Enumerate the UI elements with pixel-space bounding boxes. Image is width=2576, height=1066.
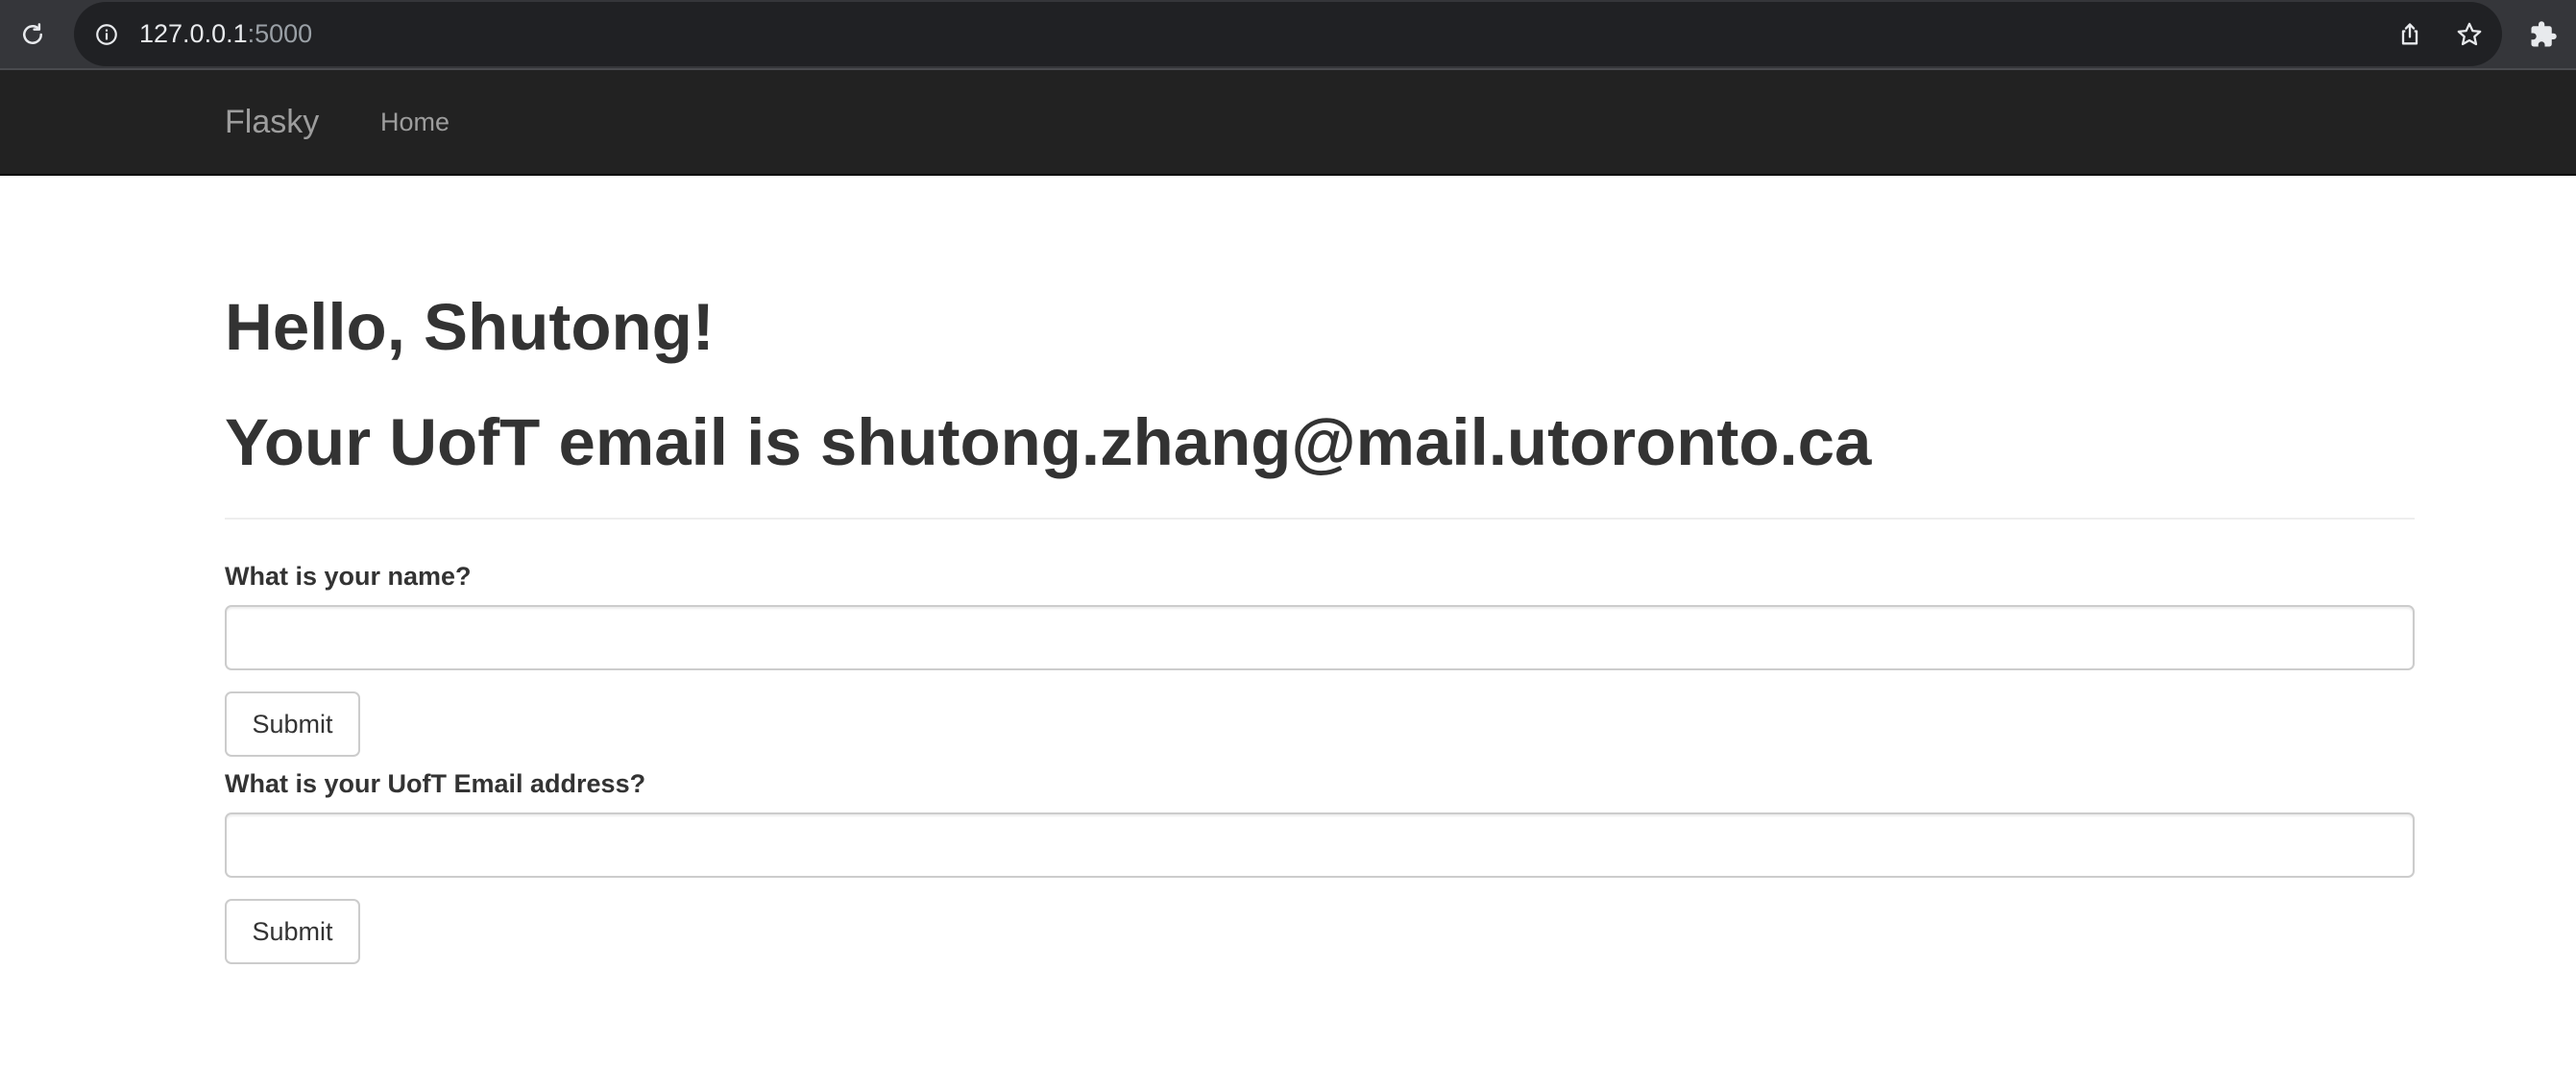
name-input[interactable] — [225, 605, 2415, 670]
url-host: 127.0.0.1 — [139, 19, 248, 48]
navbar-brand[interactable]: Flasky — [225, 70, 319, 174]
puzzle-icon — [2531, 21, 2557, 47]
divider — [225, 518, 2415, 520]
url-port: :5000 — [247, 19, 313, 48]
address-bar[interactable]: 127.0.0.1:5000 — [74, 2, 2502, 66]
share-icon — [2401, 23, 2418, 45]
email-heading: Your UofT email is shutong.zhang@mail.ut… — [225, 405, 1872, 479]
navbar: Flasky Home — [0, 70, 2576, 176]
name-submit-button[interactable]: Submit — [225, 691, 360, 757]
email-submit-button[interactable]: Submit — [225, 899, 360, 964]
name-label: What is your name? — [225, 562, 472, 591]
bookmark-button[interactable] — [2454, 19, 2485, 50]
greeting-heading: Hello, Shutong! — [225, 290, 715, 364]
browser-toolbar: 127.0.0.1:5000 — [0, 0, 2576, 70]
nav-link-home[interactable]: Home — [380, 70, 450, 174]
url-text[interactable]: 127.0.0.1:5000 — [139, 2, 312, 66]
email-label: What is your UofT Email address? — [225, 769, 646, 798]
reload-button[interactable] — [17, 19, 48, 50]
email-input[interactable] — [225, 812, 2415, 878]
extensions-button[interactable] — [2528, 19, 2559, 50]
info-icon[interactable] — [93, 21, 120, 48]
reload-icon — [23, 23, 42, 44]
share-button[interactable] — [2394, 19, 2425, 50]
star-icon — [2457, 22, 2482, 46]
